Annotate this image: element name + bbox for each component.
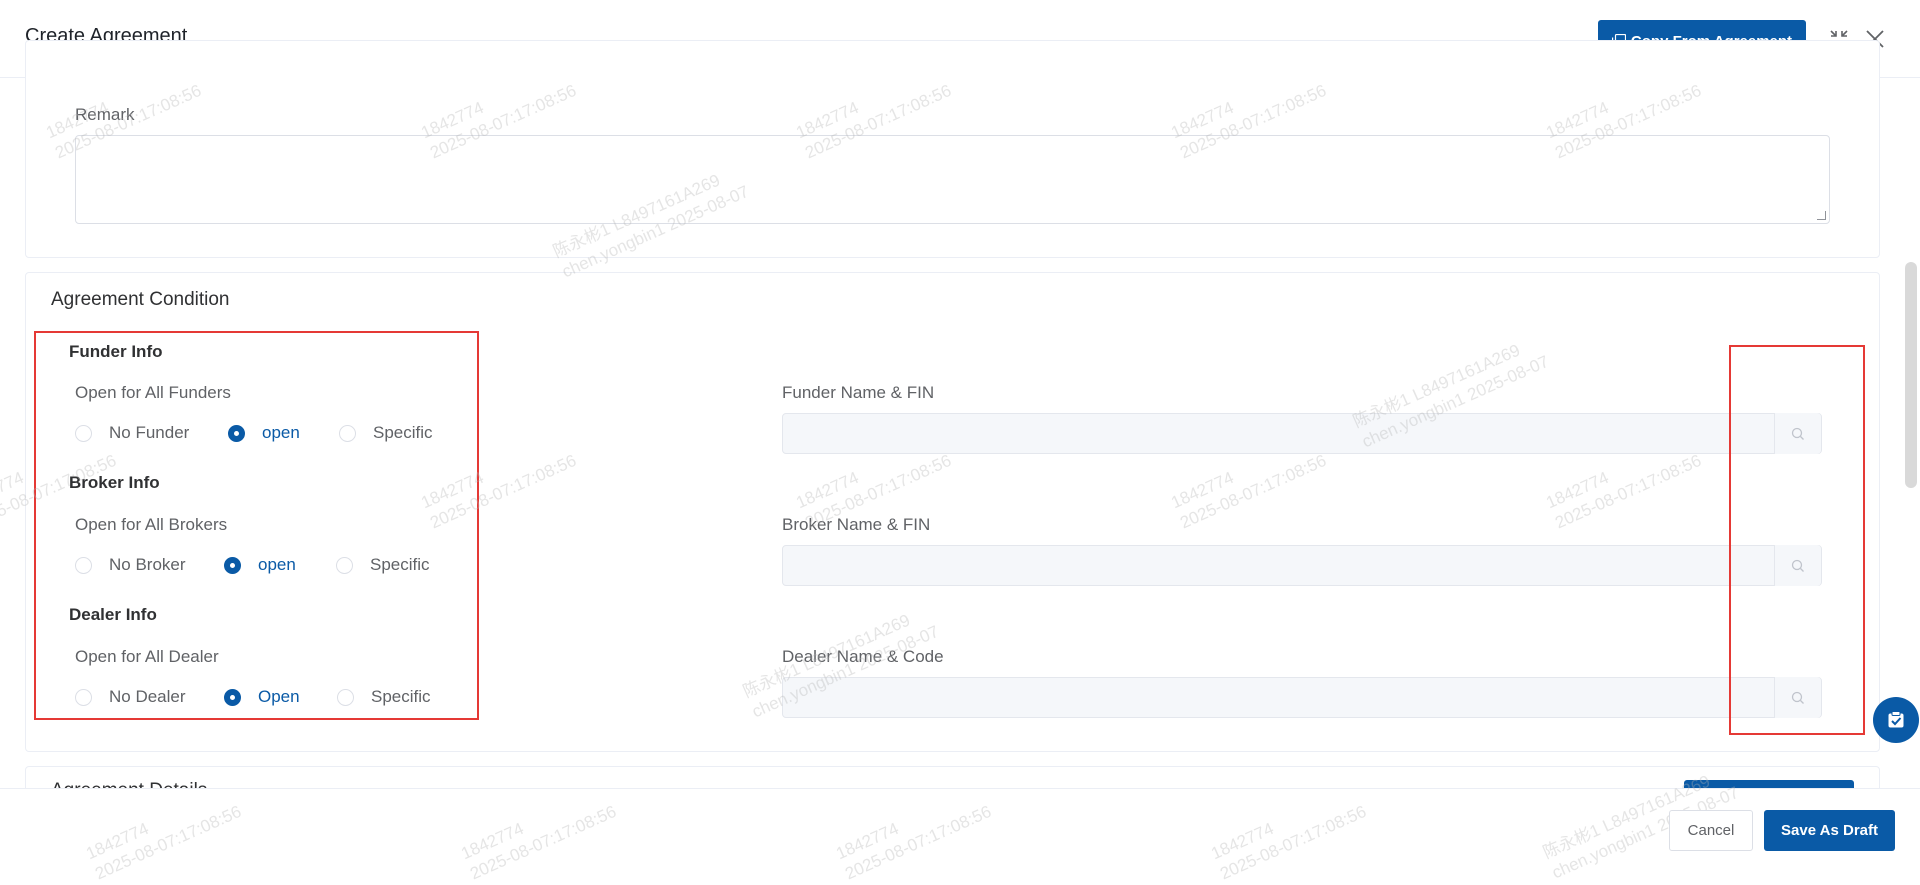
- vertical-scrollbar[interactable]: [1905, 262, 1917, 488]
- radio-funder-open[interactable]: open: [228, 423, 300, 443]
- open-for-all-brokers-label: Open for All Brokers: [75, 515, 228, 534]
- radio-circle-icon: [75, 688, 92, 706]
- task-checklist-fab[interactable]: [1873, 697, 1919, 743]
- cancel-button[interactable]: Cancel: [1669, 810, 1753, 851]
- broker-search-button[interactable]: [1774, 545, 1821, 586]
- funder-name-fin-label: Funder Name & FIN: [782, 383, 935, 402]
- watermark: 1842774 2025-08-07:17:08:56: [1208, 801, 1370, 884]
- agreement-condition-title: Agreement Condition: [51, 289, 230, 310]
- radio-dealer-open[interactable]: Open: [224, 687, 300, 707]
- open-for-all-dealer-label: Open for All Dealer: [75, 647, 219, 666]
- dealer-search-button[interactable]: [1774, 677, 1821, 718]
- radio-funder-specific[interactable]: Specific: [339, 423, 433, 443]
- save-as-draft-button[interactable]: Save As Draft: [1764, 810, 1895, 851]
- search-icon: [1791, 691, 1804, 704]
- resize-handle-icon[interactable]: [1817, 211, 1826, 220]
- radio-circle-icon: [75, 556, 92, 574]
- broker-info-title: Broker Info: [69, 473, 160, 492]
- radio-no-broker[interactable]: No Broker: [75, 555, 186, 575]
- dealer-info-title: Dealer Info: [69, 605, 157, 624]
- open-for-all-funders-label: Open for All Funders: [75, 383, 231, 402]
- funder-search-button[interactable]: [1774, 413, 1821, 454]
- radio-circle-icon: [339, 424, 356, 442]
- broker-name-fin-input: [782, 545, 1822, 586]
- dialog-footer: 1842774 2025-08-07:17:08:56 1842774 2025-0…: [0, 772, 1920, 883]
- watermark: 1842774 2025-08-07:17:08:56: [458, 801, 620, 884]
- checklist-icon: [1888, 711, 1904, 728]
- funder-info-title: Funder Info: [69, 342, 163, 361]
- radio-dealer-specific[interactable]: Specific: [337, 687, 431, 707]
- radio-circle-icon: [224, 556, 241, 574]
- radio-circle-icon: [228, 424, 245, 442]
- dealer-name-code-input: [782, 677, 1822, 718]
- radio-circle-icon: [337, 688, 354, 706]
- funder-name-fin-input: [782, 413, 1822, 454]
- radio-circle-icon: [336, 556, 353, 574]
- remark-label: Remark: [75, 105, 135, 124]
- search-icon: [1791, 427, 1804, 440]
- radio-circle-icon: [75, 424, 92, 442]
- watermark: 1842774 2025-08-07:17:08:56: [833, 801, 995, 884]
- radio-circle-icon: [224, 688, 241, 706]
- radio-broker-open[interactable]: open: [224, 555, 296, 575]
- radio-broker-specific[interactable]: Specific: [336, 555, 430, 575]
- broker-name-fin-label: Broker Name & FIN: [782, 515, 931, 534]
- radio-no-funder[interactable]: No Funder: [75, 423, 189, 443]
- search-icon: [1791, 559, 1804, 572]
- radio-no-dealer[interactable]: No Dealer: [75, 687, 186, 707]
- remark-textarea[interactable]: [75, 135, 1830, 224]
- watermark: 1842774 2025-08-07:17:08:56: [83, 801, 245, 884]
- dealer-name-code-label: Dealer Name & Code: [782, 647, 944, 666]
